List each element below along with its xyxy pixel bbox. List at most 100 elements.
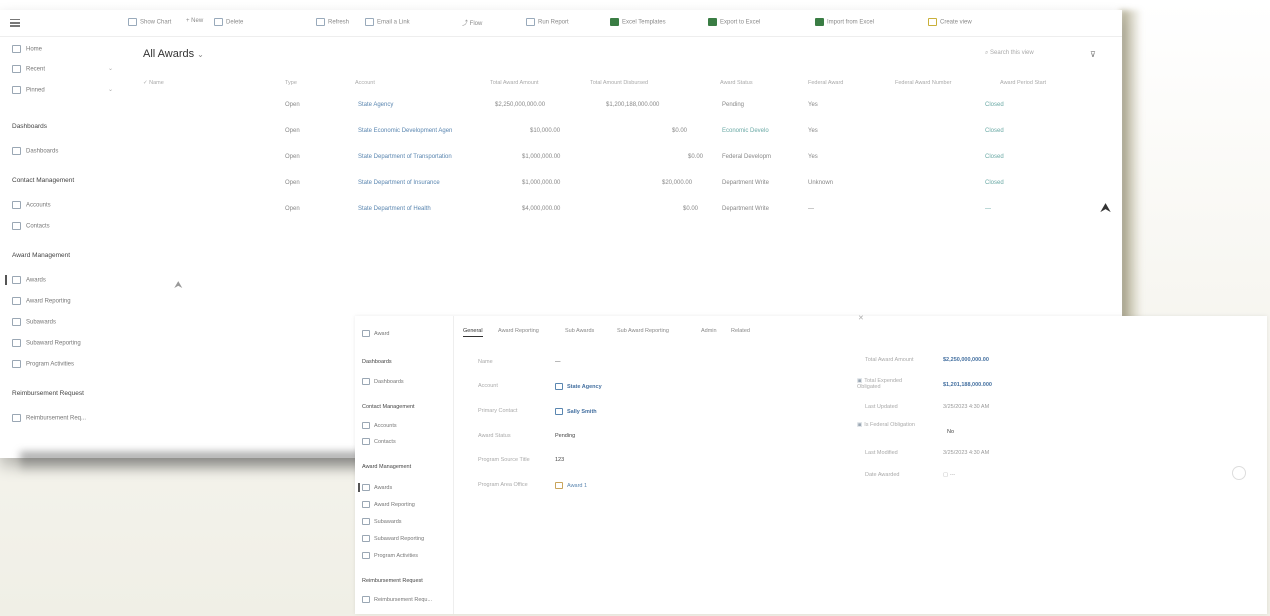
row-status-link[interactable]: Closed <box>985 154 1004 160</box>
nav-item-dashboards[interactable]: Dashboards <box>362 378 404 385</box>
window-shadow <box>1120 10 1142 320</box>
tab-sub-awards[interactable]: Sub Awards <box>565 328 594 334</box>
close-icon[interactable]: ✕ <box>858 314 864 322</box>
export-excel-button[interactable]: Export to Excel <box>708 18 760 26</box>
nav-item-dashboards[interactable]: Dashboards <box>12 147 58 155</box>
nav-item-subawards[interactable]: Subawards <box>362 518 402 525</box>
search-input[interactable]: ⌕ Search this view <box>985 50 1055 57</box>
tab-sub-award-reporting[interactable]: Sub Award Reporting <box>617 328 669 334</box>
nav-item-awards[interactable]: Awards <box>362 484 392 491</box>
nav-item-reimbursement-requests[interactable]: Reimbursement Req... <box>12 414 86 422</box>
nav-home[interactable]: Home <box>12 45 42 53</box>
field-last-updated: 3/25/2023 4:30 AM <box>943 404 990 410</box>
row-status: Department Write <box>722 180 769 186</box>
selected-indicator <box>5 275 7 285</box>
nav-section-reimbursement: Reimbursement Request <box>362 578 423 584</box>
row-status-link[interactable]: Closed <box>985 102 1004 108</box>
award-icon <box>362 484 370 491</box>
pin-icon <box>12 86 21 94</box>
column-header-disbursed[interactable]: Total Amount Disbursed <box>590 80 648 86</box>
chevron-down-icon[interactable]: ⌄ <box>108 65 113 72</box>
person-icon <box>362 438 370 445</box>
new-button[interactable]: + New <box>186 18 203 24</box>
row-account-link[interactable]: State Economic Development Agen <box>358 128 452 134</box>
column-header-federal-number[interactable]: Federal Award Number <box>895 80 951 86</box>
column-header-type[interactable]: Type <box>285 80 297 86</box>
trash-icon <box>214 18 223 26</box>
tab-admin[interactable]: Admin <box>701 328 717 334</box>
dashboard-icon <box>12 147 21 155</box>
field-program-source-title[interactable]: 123 <box>555 457 564 463</box>
email-link-button[interactable]: Email a Link <box>365 18 410 26</box>
field-name[interactable]: — <box>555 359 561 365</box>
row-status-link[interactable]: — <box>985 206 991 212</box>
column-header-federal[interactable]: Federal Award <box>808 80 843 86</box>
nav-item-reimbursement-requests[interactable]: Reimbursement Requ... <box>362 596 432 603</box>
chart-icon <box>128 18 137 26</box>
field-award-status[interactable]: Pending <box>555 433 575 439</box>
row-account-link[interactable]: State Department of Health <box>358 206 431 212</box>
hamburger-menu-icon[interactable] <box>10 19 20 21</box>
nav-item-program-activities[interactable]: Program Activities <box>12 360 74 368</box>
column-header-total-award[interactable]: Total Award Amount <box>490 80 539 86</box>
chevron-down-icon[interactable]: ⌄ <box>108 86 113 93</box>
row-federal: Yes <box>808 128 818 134</box>
field-program-area-office-link[interactable]: Award 1 <box>555 482 587 489</box>
tab-related[interactable]: Related <box>731 328 750 334</box>
nav-item-accounts[interactable]: Accounts <box>362 422 397 429</box>
row-federal: Unknown <box>808 180 834 186</box>
nav-item-contacts[interactable]: Contacts <box>362 438 396 445</box>
create-view-button[interactable]: Create view <box>928 18 972 26</box>
assistant-icon[interactable] <box>1232 466 1246 480</box>
view-selector[interactable]: All Awards ⌄ <box>143 48 204 60</box>
field-date-awarded[interactable]: ▢ --- <box>943 472 955 478</box>
award-icon <box>555 482 563 489</box>
back-to-award[interactable]: Award <box>362 330 390 337</box>
flow-icon: ⤴ <box>462 21 470 27</box>
row-disbursed: $0.00 <box>683 206 699 212</box>
field-label-total-expended: ▣ Total Expended Obligated <box>857 378 903 390</box>
tab-general[interactable]: General <box>463 328 483 337</box>
nav-item-subawards[interactable]: Subawards <box>12 318 56 326</box>
nav-recent[interactable]: Recent <box>12 65 45 73</box>
column-header-name[interactable]: ✓ Name <box>143 80 164 86</box>
delete-button[interactable]: Delete <box>214 18 243 26</box>
row-account-link[interactable]: State Agency <box>358 102 393 108</box>
row-status-link[interactable]: Closed <box>985 128 1004 134</box>
run-report-button[interactable]: Run Report <box>526 18 569 26</box>
nav-item-contacts[interactable]: Contacts <box>12 222 50 230</box>
refresh-button[interactable]: Refresh <box>316 18 349 26</box>
nav-item-subaward-reporting[interactable]: Subaward Reporting <box>362 535 424 542</box>
report-icon <box>362 501 370 508</box>
column-header-account[interactable]: Account <box>355 80 375 86</box>
column-header-status[interactable]: Award Status <box>720 80 753 86</box>
column-header-period-start[interactable]: Award Period Start <box>1000 80 1046 86</box>
field-label-last-modified: Last Modified <box>865 450 898 456</box>
row-account-link[interactable]: State Department of Insurance <box>358 180 440 186</box>
row-amount: $2,250,000,000.00 <box>495 102 546 108</box>
row-type: Open <box>285 206 300 212</box>
row-status-link[interactable]: Closed <box>985 180 1004 186</box>
field-label-is-federal: ▣ Is Federal Obligation <box>857 422 915 428</box>
flow-button[interactable]: ⤴ Flow <box>462 18 482 27</box>
nav-item-accounts[interactable]: Accounts <box>12 201 51 209</box>
excel-templates-button[interactable]: Excel Templates <box>610 18 666 26</box>
show-chart-button[interactable]: Show Chart <box>128 18 171 26</box>
field-primary-contact-link[interactable]: Sally Smith <box>555 408 597 415</box>
filter-icon[interactable]: ⊽ <box>1090 50 1096 59</box>
field-is-federal[interactable]: No <box>947 429 954 435</box>
nav-item-award-reporting[interactable]: Award Reporting <box>12 297 71 305</box>
nav-item-award-reporting[interactable]: Award Reporting <box>362 501 415 508</box>
import-excel-button[interactable]: Import from Excel <box>815 18 874 26</box>
nav-item-program-activities[interactable]: Program Activities <box>362 552 418 559</box>
row-account-link[interactable]: State Department of Transportation <box>358 154 452 160</box>
nav-item-awards[interactable]: Awards <box>12 276 46 284</box>
row-amount: $10,000.00 <box>530 128 561 134</box>
tab-award-reporting[interactable]: Award Reporting <box>498 328 539 334</box>
award-icon <box>362 330 370 337</box>
nav-item-subaward-reporting[interactable]: Subaward Reporting <box>12 339 81 347</box>
field-label-name: Name <box>478 359 493 365</box>
row-amount: $4,000,000.00 <box>522 206 561 212</box>
nav-pinned[interactable]: Pinned <box>12 86 45 94</box>
field-account-link[interactable]: State Agency <box>555 383 602 390</box>
